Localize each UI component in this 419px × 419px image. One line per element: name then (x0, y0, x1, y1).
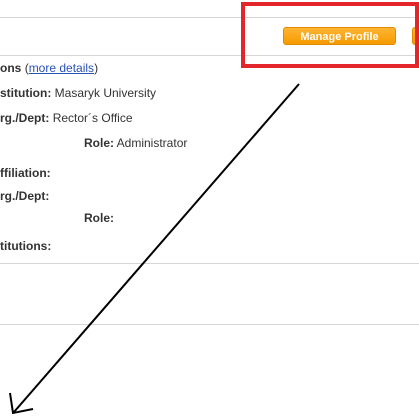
screenshot-stage: Manage Profile ons (more details) stitut… (0, 0, 419, 419)
annotation-arrow-icon (9, 83, 300, 415)
